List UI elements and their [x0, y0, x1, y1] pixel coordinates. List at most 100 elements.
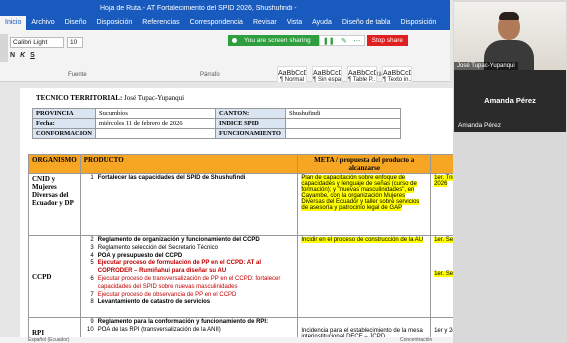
tab-archivo[interactable]: Archivo — [26, 16, 59, 30]
header-organismo: ORGANISMO — [28, 154, 81, 174]
item-number: 7 — [90, 291, 94, 298]
item-number: 1 — [90, 175, 94, 181]
fecha-value: miércoles 11 de febrero de 2026 — [94, 118, 216, 129]
bold-button[interactable]: N — [10, 52, 15, 59]
italic-button[interactable]: K — [20, 52, 25, 59]
item-number: 8 — [90, 299, 94, 306]
item-text: Reglamento para la conformación y funcio… — [97, 319, 269, 325]
conformacion-label: CONFORMACION — [32, 128, 96, 139]
stop-share-button[interactable]: Stop share — [366, 35, 409, 46]
window-title: Hoja de Ruta.- AT Fortalecimiento del SP… — [100, 4, 297, 12]
product-item: 9 Reglamento para la conformación y func… — [84, 319, 295, 327]
item-text: Ejecutar proceso de observancia de PP en… — [97, 291, 237, 298]
heading-value: José Tupac-Yupanqui — [124, 94, 185, 102]
underline-button[interactable]: S — [30, 52, 35, 59]
ribbon-tabs: Inicio Archivo Diseño Disposición Referencia… — [0, 16, 450, 30]
canton-value: Shushufindi — [284, 108, 401, 119]
item-text: POA y presupuesto del CCPD — [97, 252, 183, 259]
pause-icon[interactable]: ❚❚ — [323, 37, 335, 45]
style-sample: AaBbCcDc — [383, 70, 411, 77]
sharing-status-text: You are screen sharing — [244, 37, 311, 44]
item-text: Ejecutar proceso de formulación de PP en… — [97, 260, 261, 275]
format-buttons: N K S — [10, 52, 35, 59]
header-producto: PRODUCTO — [79, 154, 299, 174]
tab-inicio[interactable]: Inicio — [0, 16, 27, 30]
product-item: 6 Ejecutar proceso de transversalización… — [84, 276, 295, 292]
item-number: 6 — [90, 275, 94, 282]
provincia-value: Sucumbíos — [94, 108, 216, 119]
product-item: 10 POA de las RPI (transversalización de… — [84, 327, 295, 335]
product-item: 3 Reglamento selección del Secretario Té… — [84, 245, 295, 253]
screen-share-toolbar: You are screen sharing ❚❚ ✎ ⋯ Stop share — [228, 35, 409, 46]
participant-name-tag: José Tupac-Yupanqui — [454, 62, 518, 70]
heading-label: TECNICO TERRITORIAL: — [36, 94, 123, 102]
tab-disposición[interactable]: Disposición — [396, 16, 442, 30]
tab-referencias[interactable]: Referencias — [137, 16, 184, 30]
funcionamiento-value — [284, 128, 401, 139]
share-controls: ❚❚ ✎ ⋯ — [318, 35, 365, 46]
funcionamiento-label: FUNCIONAMIENTO — [214, 128, 286, 139]
product-item: 8 Levantamiento de catastro de servicios — [84, 299, 295, 307]
style-sample: AaBbCcDc — [313, 70, 341, 77]
indice-value — [284, 118, 401, 129]
item-text: Fortalecer las capacidades del SPID de S… — [97, 175, 246, 181]
annotate-icon[interactable]: ✎ — [341, 37, 347, 45]
item-text: Ejecutar proceso de transversalización d… — [97, 275, 281, 290]
item-number: 3 — [90, 244, 94, 251]
organismo-cell: CCPD — [28, 235, 81, 318]
tab-diseño-de-tabla[interactable]: Diseño de tabla — [337, 16, 396, 30]
indice-label: INDICE SPID — [214, 118, 286, 129]
item-number: 10 — [87, 326, 94, 333]
conformacion-value — [94, 128, 216, 139]
font-group-label: Fuente — [68, 72, 87, 78]
tab-revisar[interactable]: Revisar — [248, 16, 282, 30]
video-panel: José Tupac-Yupanqui Amanda Pérez Amanda … — [453, 0, 567, 343]
stop-share-label: Stop share — [371, 37, 404, 44]
font-size-select[interactable]: 10 — [67, 37, 83, 48]
item-text: Reglamento selección del Secretario Técn… — [97, 244, 219, 251]
focus-mode-button[interactable]: Concentración — [400, 337, 432, 343]
meta-cell: Incidir en el proceso de construcción de… — [297, 235, 432, 318]
product-item: 5 Ejecutar proceso de formulación de PP … — [84, 260, 295, 276]
page-heading: TECNICO TERRITORIAL: José Tupac-Yupanqui — [36, 94, 184, 102]
paragraph-group-label: Párrafo — [200, 72, 220, 78]
language-status[interactable]: Español (Ecuador) — [28, 337, 69, 343]
title-bar: Hoja de Ruta.- AT Fortalecimiento del SP… — [0, 0, 450, 16]
tab-vista[interactable]: Vista — [282, 16, 307, 30]
product-item: 2 Reglamento de organización y funcionam… — [84, 237, 295, 245]
participant-name-bottom: Amanda Pérez — [458, 122, 501, 129]
meta-cell: Plan de capacitación sobre enfoque de ca… — [297, 173, 432, 236]
item-text: Reglamento de organización y funcionamie… — [97, 237, 260, 243]
item-number: 2 — [90, 237, 94, 243]
style-sample: AaBbCcDc — [348, 70, 376, 77]
screen-sharing-status: You are screen sharing — [228, 35, 319, 46]
item-number: 9 — [90, 319, 94, 325]
tab-correspondencia[interactable]: Correspondencia — [185, 16, 248, 30]
product-item: 1 Fortalecer las capacidades del SPID de… — [84, 175, 295, 183]
participant-video-2[interactable]: Amanda Pérez Amanda Pérez — [454, 70, 566, 132]
item-text: POA de las RPI (transversalización de la… — [97, 326, 221, 333]
item-number: 5 — [90, 260, 94, 267]
producto-cell: 2 Reglamento de organización y funcionam… — [79, 235, 299, 318]
canton-label: CANTON: — [214, 108, 286, 119]
product-item: 4 POA y presupuesto del CCPD — [84, 253, 295, 261]
sharing-dot-icon — [232, 38, 237, 43]
product-item: 7 Ejecutar proceso de observancia de PP … — [84, 292, 295, 300]
participant-video-1[interactable]: José Tupac-Yupanqui — [454, 2, 566, 70]
producto-cell: 1 Fortalecer las capacidades del SPID de… — [79, 173, 299, 236]
word-window: Hoja de Ruta.- AT Fortalecimiento del SP… — [0, 0, 567, 343]
font-name-select[interactable]: Calibri Light — [10, 37, 64, 48]
paste-button[interactable] — [0, 34, 8, 62]
meta-text: Plan de capacitación sobre enfoque de ca… — [301, 175, 420, 211]
tab-diseño[interactable]: Diseño — [60, 16, 92, 30]
tab-ayuda[interactable]: Ayuda — [307, 16, 337, 30]
meta-text: Incidir en el proceso de construcción de… — [301, 237, 424, 243]
participant-name-center: Amanda Pérez — [484, 96, 536, 105]
provincia-label: PROVINCIA — [32, 108, 96, 119]
tab-disposición[interactable]: Disposición — [91, 16, 137, 30]
more-icon[interactable]: ⋯ — [353, 37, 360, 45]
person-hair — [499, 12, 519, 20]
style-sample: AaBbCcDc — [278, 70, 306, 77]
header-meta: META / propuesta del producto a alcanzar… — [297, 154, 432, 174]
organismo-cell: CNID y Mujeres Diversas del Ecuador y DP — [28, 173, 81, 236]
